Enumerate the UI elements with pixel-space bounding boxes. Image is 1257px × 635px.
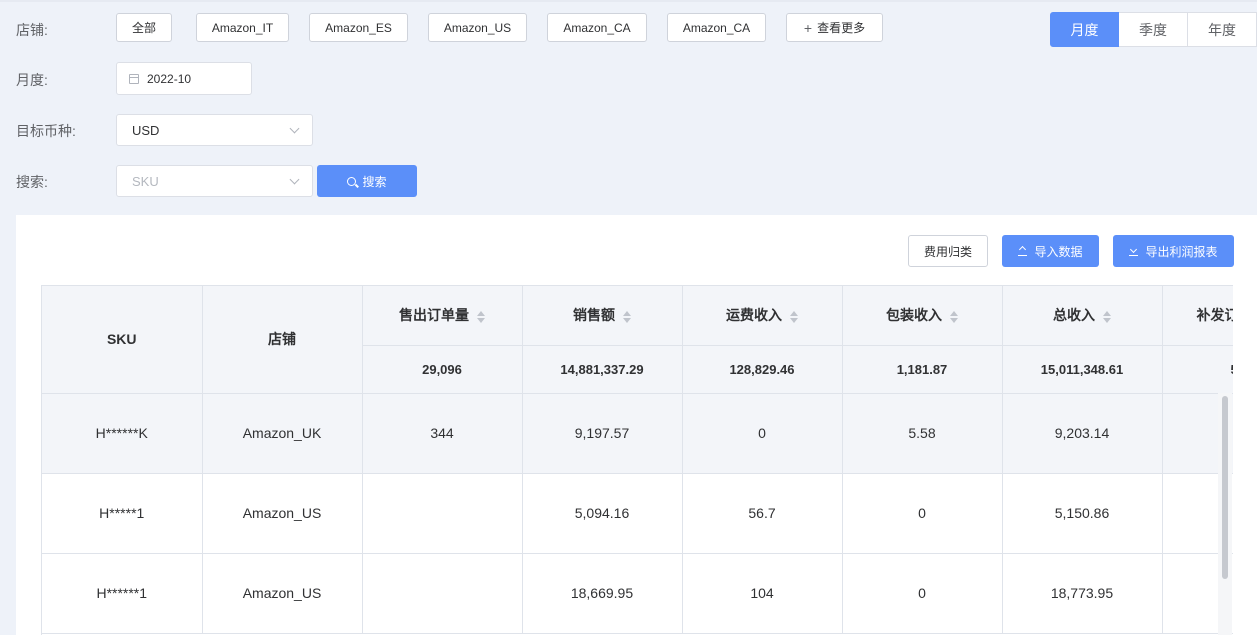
store-filter-label: 店铺: <box>16 22 48 38</box>
store-option-amazon-it[interactable]: Amazon_IT <box>196 13 289 42</box>
cell-total: 18,773.95 <box>1002 553 1163 634</box>
cell-orders <box>362 473 523 554</box>
column-header-shipping-label: 运费收入 <box>726 307 782 324</box>
column-header-sku: SKU <box>42 286 203 394</box>
total-reship: 5 <box>1162 345 1233 394</box>
plus-icon: + <box>803 19 813 36</box>
top-strip <box>0 0 1257 2</box>
column-header-sales[interactable]: 销售额 <box>522 286 683 346</box>
sort-icon[interactable] <box>950 310 958 323</box>
cell-store: Amazon_US <box>202 473 363 554</box>
period-toggle: 月度 季度 年度 <box>1050 12 1257 47</box>
import-data-button[interactable]: 导入数据 <box>1002 235 1099 267</box>
cell-orders <box>362 553 523 634</box>
total-sales: 14,881,337.29 <box>522 345 683 394</box>
month-value: 2022-10 <box>147 71 192 86</box>
month-picker[interactable]: 2022-10 <box>116 62 252 95</box>
month-filter-label: 月度: <box>16 72 48 88</box>
cell-sku: H*****1 <box>42 473 203 554</box>
export-report-label: 导出利润报表 <box>1145 244 1218 259</box>
sort-icon[interactable] <box>623 310 631 323</box>
store-option-all[interactable]: 全部 <box>116 13 172 42</box>
column-header-packaging[interactable]: 包装收入 <box>842 286 1003 346</box>
period-quarterly[interactable]: 季度 <box>1119 12 1188 47</box>
search-icon <box>347 176 357 186</box>
cell-sku: H******1 <box>42 553 203 634</box>
sku-select[interactable]: SKU <box>116 165 313 197</box>
column-header-shipping[interactable]: 运费收入 <box>682 286 843 346</box>
calendar-icon <box>129 73 139 84</box>
currency-select[interactable]: USD <box>116 114 313 146</box>
cell-shipping: 104 <box>682 553 843 634</box>
cell-sku: H******K <box>42 393 203 474</box>
column-header-total-label: 总收入 <box>1053 307 1095 324</box>
cell-sales: 9,197.57 <box>522 393 683 474</box>
view-more-label: 查看更多 <box>817 21 866 35</box>
cell-packaging: 5.58 <box>842 393 1003 474</box>
store-option-amazon-ca-2[interactable]: Amazon_CA <box>667 13 766 42</box>
search-button-label: 搜索 <box>362 174 387 189</box>
categorize-expense-button[interactable]: 费用归类 <box>908 235 988 267</box>
cell-sales: 5,094.16 <box>522 473 683 554</box>
total-orders: 29,096 <box>362 345 523 394</box>
cell-store: Amazon_US <box>202 553 363 634</box>
sort-icon[interactable] <box>477 310 485 323</box>
cell-store: Amazon_UK <box>202 393 363 474</box>
store-option-amazon-es[interactable]: Amazon_ES <box>309 13 408 42</box>
table-row[interactable]: H******K Amazon_UK 344 9,197.57 0 5.58 9… <box>42 393 1233 474</box>
column-header-packaging-label: 包装收入 <box>886 307 942 324</box>
sort-icon[interactable] <box>1103 310 1111 323</box>
export-report-button[interactable]: 导出利润报表 <box>1113 235 1234 267</box>
sort-icon[interactable] <box>790 310 798 323</box>
cell-packaging: 0 <box>842 473 1003 554</box>
column-header-reship: 补发订 <box>1162 286 1233 346</box>
period-monthly[interactable]: 月度 <box>1050 12 1119 47</box>
cell-total: 9,203.14 <box>1002 393 1163 474</box>
period-yearly[interactable]: 年度 <box>1188 12 1257 47</box>
sku-placeholder: SKU <box>132 173 159 189</box>
chevron-down-icon <box>289 123 300 134</box>
total-shipping: 128,829.46 <box>682 345 843 394</box>
view-more-button[interactable]: + 查看更多 <box>786 13 883 42</box>
profit-table: SKU 店铺 售出订单量 销售额 运费收入 包装收入 总收入 补发订 29,09… <box>41 285 1233 635</box>
download-icon <box>1129 246 1139 256</box>
cell-shipping: 56.7 <box>682 473 843 554</box>
cell-total: 5,150.86 <box>1002 473 1163 554</box>
table-row[interactable]: H******1 Amazon_US 18,669.95 104 0 18,77… <box>42 553 1233 634</box>
upload-icon <box>1018 246 1028 256</box>
column-header-orders[interactable]: 售出订单量 <box>362 286 523 346</box>
cell-packaging: 0 <box>842 553 1003 634</box>
table-row[interactable]: H*****1 Amazon_US 5,094.16 56.7 0 5,150.… <box>42 473 1233 554</box>
cell-sales: 18,669.95 <box>522 553 683 634</box>
store-option-amazon-ca[interactable]: Amazon_CA <box>547 13 647 42</box>
search-filter-label: 搜索: <box>16 174 48 190</box>
table-scrollbar[interactable] <box>1218 393 1232 635</box>
total-revenue: 15,011,348.61 <box>1002 345 1163 394</box>
import-data-label: 导入数据 <box>1034 244 1083 259</box>
currency-value: USD <box>132 122 160 138</box>
currency-filter-label: 目标币种: <box>16 123 76 139</box>
cell-shipping: 0 <box>682 393 843 474</box>
total-packaging: 1,181.87 <box>842 345 1003 394</box>
column-header-sales-label: 销售额 <box>573 307 615 324</box>
column-header-store: 店铺 <box>202 286 363 394</box>
cell-orders: 344 <box>362 393 523 474</box>
scrollbar-thumb[interactable] <box>1222 396 1228 579</box>
column-header-orders-label: 售出订单量 <box>399 307 469 324</box>
store-option-amazon-us[interactable]: Amazon_US <box>428 13 527 42</box>
chevron-down-icon <box>289 174 300 185</box>
column-header-total[interactable]: 总收入 <box>1002 286 1163 346</box>
search-button[interactable]: 搜索 <box>317 165 417 197</box>
